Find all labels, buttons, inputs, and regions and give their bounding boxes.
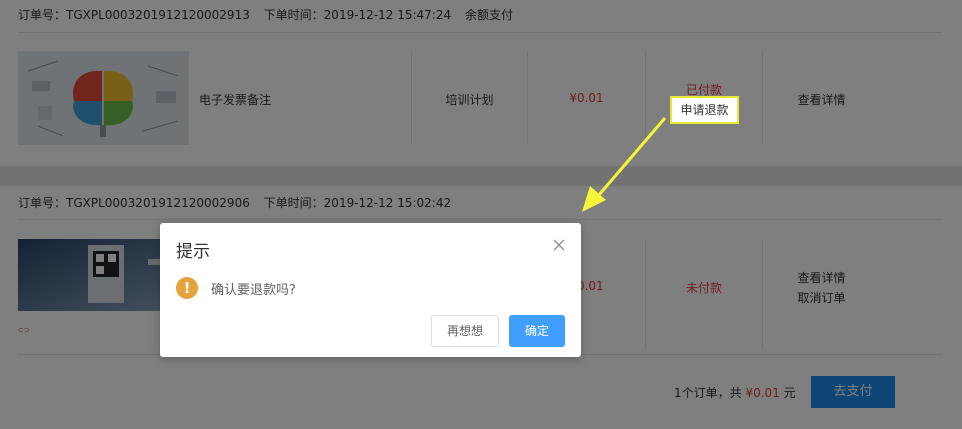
annotation-arrow [582,117,667,212]
close-icon[interactable] [551,237,567,253]
confirm-button[interactable]: 确定 [509,315,565,347]
warning-icon: ! [176,277,198,299]
confirm-dialog: 提示 ! 确认要退款吗? 再想想 确定 [160,223,581,357]
dialog-body: ! 确认要退款吗? [176,276,296,300]
dialog-title: 提示 [176,242,210,262]
dialog-message: 确认要退款吗? [211,282,296,298]
cancel-button[interactable]: 再想想 [431,315,499,347]
